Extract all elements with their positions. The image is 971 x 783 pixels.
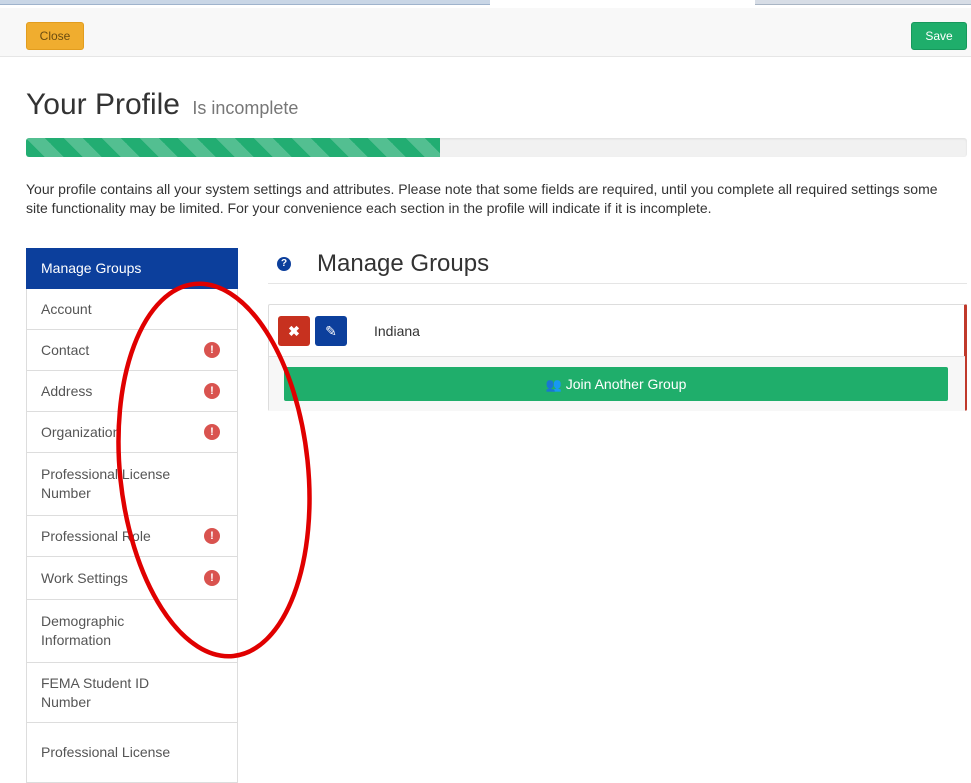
sidebar-item-account[interactable]: Account	[26, 289, 238, 330]
progress-fill	[26, 138, 441, 157]
exclamation-icon: !	[204, 342, 220, 358]
profile-sidebar: Manage Groups Account Contact! Address! Orga…	[26, 248, 238, 783]
sidebar-item-professional-license[interactable]: Professional License	[26, 723, 238, 783]
exclamation-icon: !	[204, 383, 220, 399]
browser-tab-strip-left	[0, 0, 490, 5]
sidebar-item-professional-role[interactable]: Professional Role!	[26, 516, 238, 557]
sidebar-item-label: Work Settings	[41, 569, 128, 586]
sidebar-item-label: FEMA Student ID Number	[41, 674, 150, 710]
browser-top-strip	[0, 0, 971, 8]
groups-panel: ✖ ✎ Indiana 👥 Join Another Group	[268, 304, 967, 411]
browser-tab-strip-right	[755, 0, 971, 5]
group-row: ✖ ✎ Indiana	[269, 305, 965, 357]
sidebar-item-label: Manage Groups	[41, 260, 142, 276]
join-another-group-button[interactable]: 👥 Join Another Group	[284, 367, 948, 401]
groups-panel-footer: 👥 Join Another Group	[269, 357, 965, 411]
help-icon[interactable]: ?	[277, 257, 291, 271]
sidebar-item-label: Professional License	[41, 744, 171, 760]
edit-group-button[interactable]: ✎	[315, 316, 347, 346]
page-title-text: Your Profile	[26, 88, 180, 121]
save-button[interactable]: Save	[911, 22, 967, 50]
sidebar-item-demographic-information[interactable]: Demographic Information	[26, 600, 238, 663]
sidebar-item-label: Organization	[41, 423, 121, 440]
pencil-icon: ✎	[325, 323, 337, 339]
exclamation-icon: !	[204, 528, 220, 544]
join-button-label: Join Another Group	[565, 376, 687, 392]
exclamation-icon: !	[204, 424, 220, 440]
profile-progress-bar	[26, 138, 967, 157]
page-title: Your Profile Is incomplete	[26, 88, 298, 122]
sidebar-item-label: Address	[41, 382, 93, 399]
sidebar-item-label: Professional Role	[41, 527, 151, 544]
sidebar-item-address[interactable]: Address!	[26, 371, 238, 412]
delete-group-button[interactable]: ✖	[278, 316, 310, 346]
exclamation-icon: !	[204, 570, 220, 586]
sidebar-item-work-settings[interactable]: Work Settings!	[26, 557, 238, 600]
sidebar-item-label: Account	[41, 300, 92, 317]
top-toolbar: Close Save	[0, 8, 971, 57]
profile-description: Your profile contains all your system se…	[26, 181, 938, 216]
sidebar-item-organization[interactable]: Organization!	[26, 412, 238, 453]
add-user-icon: 👥	[545, 377, 562, 392]
sidebar-item-manage-groups[interactable]: Manage Groups	[26, 248, 238, 289]
sidebar-item-fema-student-id-number[interactable]: FEMA Student ID Number	[26, 663, 238, 723]
sidebar-item-professional-license-number[interactable]: Professional License Number	[26, 453, 238, 516]
section-divider	[268, 283, 967, 284]
sidebar-item-label: Demographic Information	[41, 613, 125, 648]
section-title: Manage Groups	[317, 250, 490, 277]
close-icon: ✖	[288, 323, 300, 339]
sidebar-item-contact[interactable]: Contact!	[26, 330, 238, 371]
page-subtitle: Is incomplete	[192, 98, 299, 118]
group-name: Indiana	[374, 323, 420, 339]
sidebar-item-label: Professional License Number	[41, 466, 171, 501]
sidebar-item-label: Contact	[41, 341, 90, 358]
close-button[interactable]: Close	[26, 22, 84, 50]
